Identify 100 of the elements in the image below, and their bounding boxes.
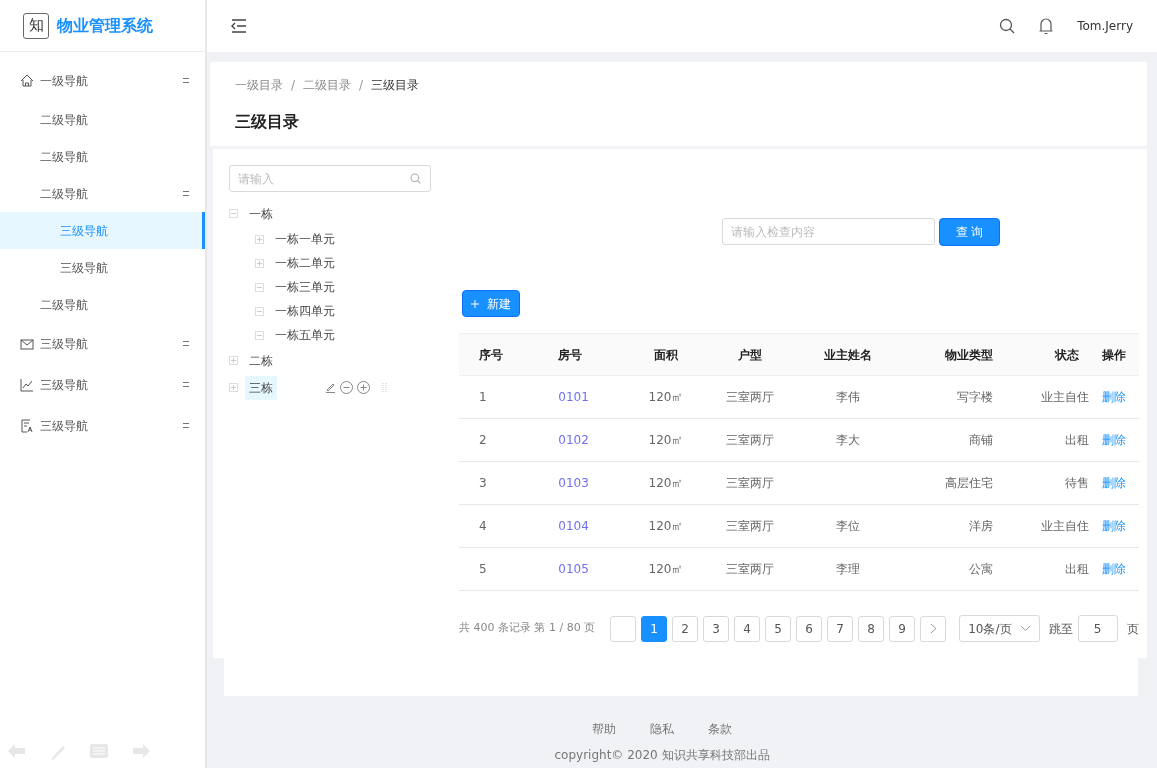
previous-page-button[interactable] [610, 615, 637, 642]
tree-search-field[interactable]: 请输入 [229, 165, 431, 192]
table-cell-text: 业主自住 [1041, 519, 1090, 533]
collapse-icon[interactable] [255, 282, 264, 292]
minus-circle-icon[interactable] [340, 381, 353, 394]
table-cell-text: 出租 [1065, 433, 1090, 447]
expand-icon[interactable] [255, 234, 264, 244]
page-button[interactable]: 9 [889, 615, 916, 642]
breadcrumb-item[interactable]: 二级目录 [303, 76, 352, 94]
room-link[interactable]: 0104 [558, 519, 589, 533]
tree-node[interactable]: 一栋 [245, 201, 277, 226]
nav-item[interactable]: 二级导航 [0, 175, 205, 212]
collapse-icon[interactable] [255, 306, 264, 316]
table-cell-text: 高层住宅 [945, 476, 993, 490]
page-button[interactable]: 7 [827, 615, 854, 642]
left-arrow-icon[interactable] [8, 744, 26, 758]
search-icon [410, 173, 421, 184]
nav-item[interactable]: 二级导航 [0, 138, 205, 175]
table-cell-text: 业主自住 [1041, 390, 1090, 404]
drag-handle-icon[interactable] [382, 382, 387, 393]
collapse-icon[interactable] [229, 209, 238, 218]
table-cell-text: 120㎡ [648, 519, 684, 533]
tree-node[interactable]: 一栋四单元 [271, 299, 339, 323]
mail-icon [20, 336, 34, 351]
table-cell-text: 三室两厅 [726, 390, 775, 404]
column-header: 户型 [702, 333, 800, 376]
edit-icon[interactable] [325, 382, 336, 393]
list-icon[interactable] [90, 744, 108, 758]
search-icon[interactable] [999, 18, 1016, 34]
nav-item[interactable]: 二级导航 [0, 286, 205, 323]
nav-item[interactable]: 三级导航 [0, 364, 205, 405]
table-cell-text: 李伟 [835, 390, 860, 404]
tree-node[interactable]: 一栋二单元 [271, 251, 339, 275]
jump-page-field[interactable]: 5 [1077, 615, 1118, 642]
table-cell-text: 三室两厅 [726, 433, 775, 447]
nav-item[interactable]: 二级导航 [0, 101, 205, 138]
nav-item[interactable]: 三级导航 [0, 405, 205, 446]
tree-node[interactable]: 二栋 [245, 348, 277, 373]
room-link[interactable]: 0103 [558, 476, 589, 490]
footer-link[interactable]: 隐私 [650, 720, 674, 738]
table-cell-text: 4 [479, 519, 487, 533]
bell-icon[interactable] [1039, 17, 1054, 35]
next-page-button[interactable] [920, 615, 947, 642]
table-cell-text: 三室两厅 [726, 562, 775, 576]
table-cell-text: 120㎡ [648, 390, 684, 404]
collapse-icon [183, 423, 189, 428]
expand-icon[interactable] [229, 383, 238, 392]
tree-node[interactable]: 三栋 [245, 375, 277, 400]
column-header: 房号 [548, 333, 631, 376]
tree-node[interactable]: 一栋三单元 [271, 275, 339, 299]
page-button[interactable]: 2 [672, 615, 699, 642]
tree-node[interactable]: 一栋五单元 [271, 323, 339, 347]
page-button[interactable]: 3 [703, 615, 730, 642]
column-header: 状态 [994, 333, 1090, 376]
breadcrumb-separator: / [291, 77, 296, 94]
page-title: 三级目录 [235, 111, 300, 133]
nav-item[interactable]: 三级导航 [0, 323, 205, 364]
nav-item[interactable]: 一级导航 [0, 60, 205, 101]
breadcrumb-item[interactable]: 一级目录 [235, 76, 283, 94]
expand-icon[interactable] [229, 356, 238, 365]
table-cell-text: 3 [479, 476, 487, 490]
column-header: 面积 [630, 333, 703, 376]
query-field[interactable]: 请输入检查内容 [721, 218, 935, 245]
breadcrumb-item: 三级目录 [371, 77, 420, 94]
page-button[interactable]: 8 [858, 615, 885, 642]
nav-item[interactable]: 三级导航 [0, 249, 205, 286]
footer-link[interactable]: 帮助 [592, 720, 616, 738]
record-summary: 共 400 条记录 第 1 / 80 页 [459, 620, 596, 637]
page-suffix: 页 [1126, 620, 1139, 638]
column-header: 操作 [1089, 333, 1139, 376]
page-button[interactable]: 5 [765, 615, 792, 642]
table-cell-text: 三室两厅 [726, 476, 775, 490]
user-name[interactable]: Tom.Jerry [1077, 17, 1133, 35]
menu-fold-icon[interactable] [231, 19, 247, 33]
room-link[interactable]: 0102 [558, 433, 589, 447]
pencil-icon[interactable] [50, 744, 66, 760]
table-cell-text: 5 [479, 562, 487, 576]
plus-circle-icon[interactable] [357, 381, 370, 394]
table-cell-text: 120㎡ [648, 476, 684, 490]
tree-node[interactable]: 一栋一单元 [271, 227, 339, 251]
app-title: 物业管理系统 [57, 14, 153, 37]
table-cell-text: 商铺 [969, 433, 993, 447]
collapse-icon[interactable] [255, 330, 264, 340]
table-cell-text: 李大 [835, 433, 860, 447]
jump-label: 跳至 [1048, 620, 1073, 638]
page-size-select[interactable]: 10条/页 [959, 615, 1040, 642]
breadcrumb-separator: / [359, 77, 364, 94]
table-cell-text: 洋房 [969, 519, 993, 533]
right-arrow-icon[interactable] [132, 744, 150, 758]
room-link[interactable]: 0101 [558, 390, 589, 404]
footer-link[interactable]: 条款 [708, 720, 732, 738]
table-cell-text: 李位 [835, 519, 860, 533]
line-chart-icon [20, 377, 34, 392]
room-link[interactable]: 0105 [558, 562, 589, 576]
expand-icon[interactable] [255, 258, 264, 268]
table-cell-text: 1 [479, 390, 487, 404]
page-button[interactable]: 6 [796, 615, 823, 642]
table-cell-text: 三室两厅 [726, 519, 775, 533]
page-button[interactable]: 4 [734, 615, 761, 642]
chevron-right-icon [929, 623, 937, 634]
